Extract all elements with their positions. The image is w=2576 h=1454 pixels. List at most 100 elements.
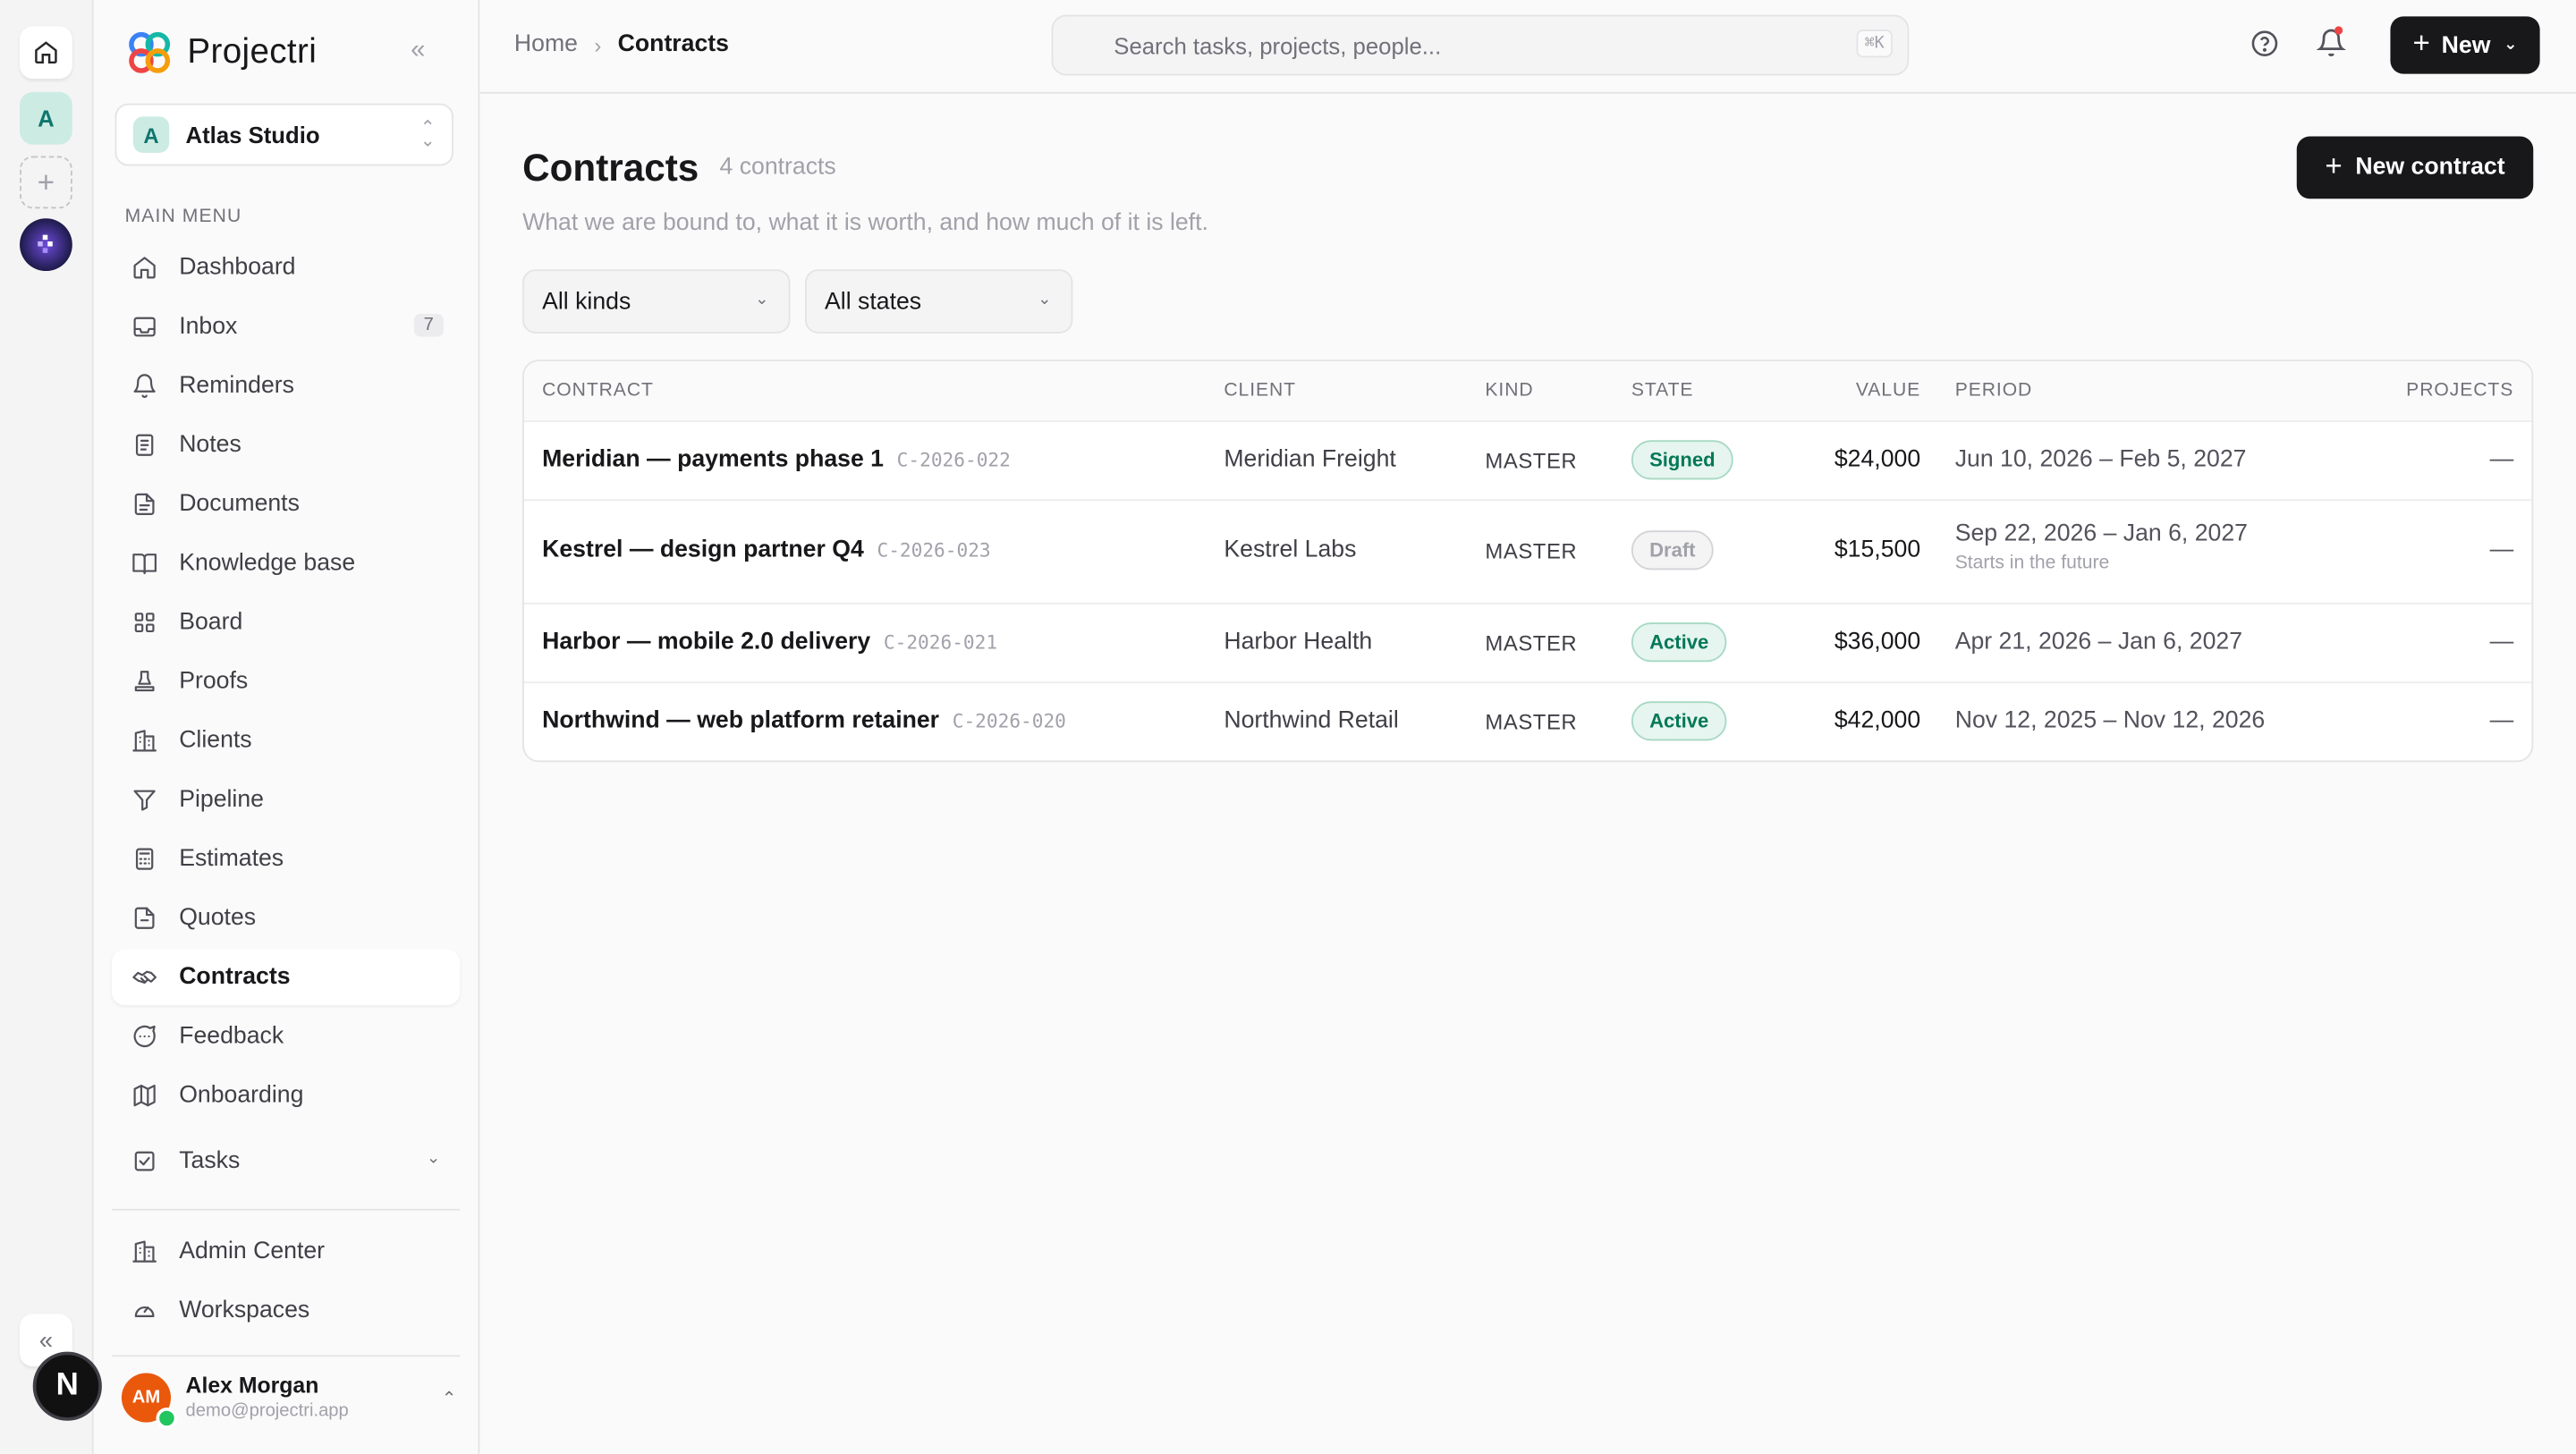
contract-name[interactable]: Northwind — web platform retainer C-2026-… bbox=[542, 708, 1066, 734]
kind-filter-select[interactable]: All kinds ⌄ bbox=[522, 269, 791, 334]
home-icon[interactable] bbox=[20, 26, 72, 80]
chevron-down-icon: ⌄ bbox=[2504, 36, 2518, 55]
sidebar-item-estimates[interactable]: Estimates bbox=[112, 831, 460, 886]
sidebar-item-inbox[interactable]: Inbox 7 bbox=[112, 299, 460, 354]
col-period[interactable]: PERIOD bbox=[1955, 381, 2032, 401]
notification-dot bbox=[2334, 26, 2343, 35]
sidebar-item-dashboard[interactable]: Dashboard bbox=[112, 240, 460, 295]
col-projects[interactable]: PROJECTS bbox=[2406, 381, 2513, 401]
contract-value: $24,000 bbox=[1834, 446, 1921, 473]
table-row[interactable]: Kestrel — design partner Q4 C-2026-023 Kes… bbox=[523, 501, 2532, 604]
new-button-label: New bbox=[2441, 31, 2491, 59]
sidebar: Projectri « A Atlas Studio ⌃ ⌄ MAIN MENU … bbox=[93, 0, 480, 1454]
sidebar-item-proofs[interactable]: Proofs bbox=[112, 654, 460, 709]
add-workspace-button[interactable]: + bbox=[20, 156, 72, 209]
kind-filter-value: All kinds bbox=[542, 288, 631, 315]
col-client[interactable]: CLIENT bbox=[1224, 381, 1296, 401]
sidebar-item-label: Pipeline bbox=[179, 786, 264, 814]
workspace-switcher[interactable]: A Atlas Studio ⌃ ⌄ bbox=[114, 103, 453, 166]
home-icon bbox=[131, 255, 157, 281]
breadcrumb-home[interactable]: Home bbox=[514, 31, 578, 57]
contract-code: C-2026-021 bbox=[883, 630, 998, 655]
collapse-sidebar-icon[interactable]: « bbox=[411, 36, 425, 65]
sidebar-item-admin-center[interactable]: Admin Center bbox=[112, 1223, 460, 1279]
projects-count: — bbox=[2489, 537, 2514, 564]
period-range: Apr 21, 2026 – Jan 6, 2027 bbox=[1954, 629, 2243, 655]
sidebar-item-notes[interactable]: Notes bbox=[112, 418, 460, 473]
chevron-down-icon: ⌄ bbox=[755, 291, 769, 309]
note-icon bbox=[131, 432, 157, 458]
contract-name[interactable]: Meridian — payments phase 1 C-2026-022 bbox=[542, 447, 1011, 473]
col-value[interactable]: VALUE bbox=[1856, 381, 1920, 401]
building-icon bbox=[131, 728, 157, 754]
state-filter-select[interactable]: All states ⌄ bbox=[805, 269, 1073, 334]
col-state[interactable]: STATE bbox=[1631, 381, 1694, 401]
sidebar-item-feedback[interactable]: Feedback bbox=[112, 1009, 460, 1064]
sidebar-item-board[interactable]: Board bbox=[112, 595, 460, 650]
sidebar-item-pipeline[interactable]: Pipeline bbox=[112, 772, 460, 827]
document-icon bbox=[131, 491, 157, 517]
sidebar-item-knowledge-base[interactable]: Knowledge base bbox=[112, 536, 460, 591]
plus-icon: + bbox=[2412, 26, 2430, 60]
table-row[interactable]: Meridian — payments phase 1 C-2026-022 Mer… bbox=[523, 422, 2532, 502]
handshake-icon bbox=[131, 964, 157, 990]
state-badge: Signed bbox=[1631, 440, 1733, 480]
contract-period: Sep 22, 2026 – Jan 6, 2027 Starts in the … bbox=[1955, 520, 2248, 573]
sidebar-item-onboarding[interactable]: Onboarding bbox=[112, 1068, 460, 1123]
user-menu[interactable]: AM Alex Morgan demo@projectri.app ⌃ bbox=[121, 1372, 467, 1431]
main-content: Contracts 4 contracts What we are bound … bbox=[479, 94, 2576, 1454]
breadcrumb: Home › Contracts bbox=[514, 31, 729, 57]
chevron-up-icon: ⌃ bbox=[441, 1389, 457, 1409]
state-filter-value: All states bbox=[825, 288, 922, 315]
chevron-down-icon[interactable]: ⌄ bbox=[427, 1150, 440, 1168]
client-name: Kestrel Labs bbox=[1224, 537, 1357, 564]
sidebar-item-reminders[interactable]: Reminders bbox=[112, 358, 460, 413]
contract-title: Harbor — mobile 2.0 delivery bbox=[542, 629, 871, 655]
sidebar-item-clients[interactable]: Clients bbox=[112, 713, 460, 768]
help-icon[interactable] bbox=[2250, 30, 2278, 65]
sidebar-item-workspaces[interactable]: Workspaces bbox=[112, 1282, 460, 1338]
n-badge[interactable]: N bbox=[32, 1351, 102, 1421]
new-button[interactable]: + New ⌄ bbox=[2390, 16, 2540, 74]
brand[interactable]: Projectri bbox=[125, 28, 318, 77]
book-icon bbox=[131, 550, 157, 576]
building-icon bbox=[131, 1238, 157, 1264]
gauge-icon bbox=[131, 1298, 157, 1323]
sidebar-item-documents[interactable]: Documents bbox=[112, 477, 460, 532]
projects-count: — bbox=[2489, 629, 2514, 655]
workspace-avatar[interactable]: A bbox=[20, 91, 72, 145]
client-name: Harbor Health bbox=[1224, 629, 1373, 655]
sidebar-item-tasks[interactable]: Tasks ⌄ bbox=[112, 1133, 460, 1188]
online-status-dot bbox=[156, 1408, 178, 1429]
status-badge: Active bbox=[1631, 622, 1727, 663]
new-contract-button[interactable]: + New contract bbox=[2296, 136, 2534, 199]
contract-value: $36,000 bbox=[1834, 629, 1921, 655]
period-range: Jun 10, 2026 – Feb 5, 2027 bbox=[1954, 446, 2247, 473]
new-contract-label: New contract bbox=[2355, 154, 2505, 182]
app-logo-icon[interactable] bbox=[20, 218, 72, 272]
col-contract[interactable]: CONTRACT bbox=[542, 381, 654, 401]
table-row[interactable]: Northwind — web platform retainer C-2026-… bbox=[524, 683, 2531, 760]
inbox-count-badge: 7 bbox=[413, 313, 444, 337]
col-kind[interactable]: KIND bbox=[1485, 381, 1533, 401]
funnel-icon bbox=[131, 787, 157, 813]
table-row[interactable]: Harbor — mobile 2.0 delivery C-2026-021 Ha… bbox=[523, 604, 2532, 684]
admin-nav: Admin Center Workspaces bbox=[112, 1223, 460, 1341]
chevron-right-icon: › bbox=[594, 31, 602, 57]
workspace-badge: A bbox=[132, 116, 170, 153]
sidebar-item-label: Estimates bbox=[179, 845, 284, 873]
sidebar-item-contracts[interactable]: Contracts bbox=[111, 949, 461, 1006]
table-header: CONTRACT CLIENT KIND STATE VALUE PERIOD … bbox=[523, 361, 2532, 423]
chevron-down-icon: ⌄ bbox=[1038, 291, 1052, 309]
contract-title: Meridian — payments phase 1 bbox=[542, 446, 884, 473]
top-bar: Home › Contracts Search tasks, projects,… bbox=[479, 0, 2576, 94]
contract-name[interactable]: Harbor — mobile 2.0 delivery C-2026-021 bbox=[542, 629, 997, 655]
search-input[interactable]: Search tasks, projects, people... ⌘K bbox=[1051, 14, 1910, 76]
contract-name[interactable]: Kestrel — design partner Q4 C-2026-023 bbox=[542, 537, 991, 563]
page-title: Contracts bbox=[522, 146, 699, 190]
contract-period: Jun 10, 2026 – Feb 5, 2027 bbox=[1955, 447, 2247, 473]
page-subtitle: What we are bound to, what it is worth, … bbox=[522, 210, 1208, 237]
period-range: Nov 12, 2025 – Nov 12, 2026 bbox=[1954, 707, 2266, 735]
notifications-icon[interactable] bbox=[2316, 26, 2347, 65]
sidebar-item-quotes[interactable]: Quotes bbox=[112, 891, 460, 946]
